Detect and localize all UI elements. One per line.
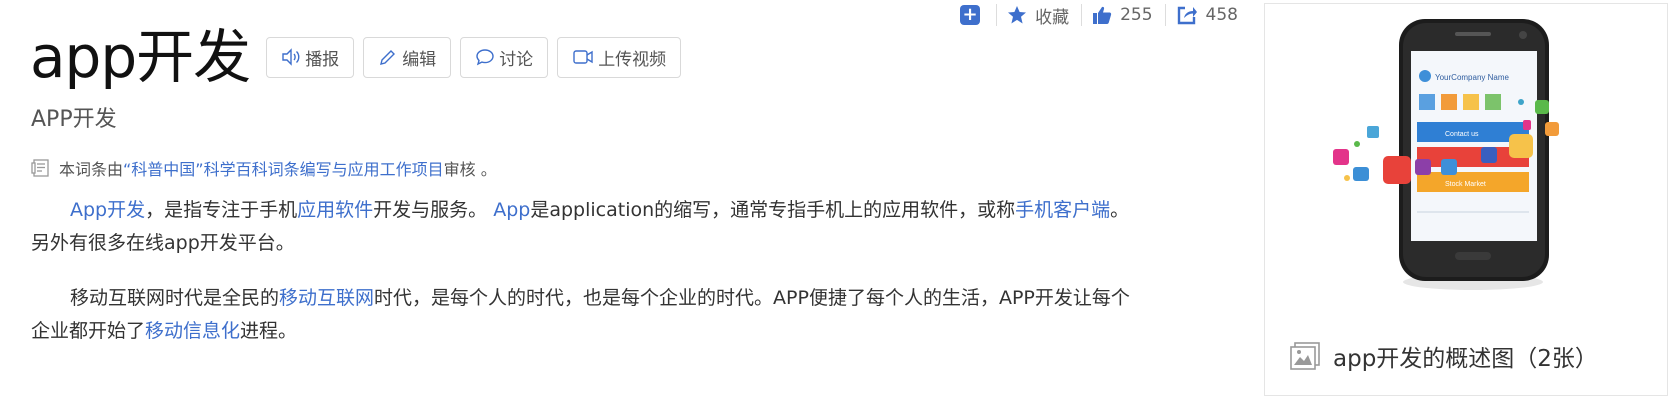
- upload-video-button[interactable]: 上传视频: [557, 36, 682, 78]
- link-mobile-informatization[interactable]: 移动信息化: [145, 320, 240, 342]
- discuss-label: 讨论: [499, 49, 534, 70]
- add-button[interactable]: +: [960, 4, 981, 25]
- link-mobile-internet[interactable]: 移动互联网: [279, 287, 374, 309]
- title-row: app开发 播报 编辑 讨论 上传视频: [30, 22, 690, 92]
- discuss-button[interactable]: 讨论: [460, 36, 549, 78]
- caption-text: app开发的概述图（2张）: [1333, 346, 1598, 372]
- upload-video-label: 上传视频: [598, 49, 667, 70]
- broadcast-label: 播报: [305, 49, 340, 70]
- document-icon: [31, 159, 49, 177]
- main-content: + 收藏 255 458 app开发 播报 编辑 讨论 上传视频 APP开发 本…: [0, 0, 1250, 402]
- edit-button[interactable]: 编辑: [363, 36, 452, 78]
- broadcast-button[interactable]: 播报: [266, 36, 355, 78]
- link-app-dev[interactable]: App开发: [70, 199, 145, 221]
- thumbs-up-icon: [1093, 6, 1112, 25]
- share-count: 458: [1205, 5, 1238, 25]
- review-project-link[interactable]: “科普中国”科学百科词条编写与应用工作项目: [123, 156, 444, 180]
- plus-icon: +: [962, 4, 978, 25]
- edit-label: 编辑: [402, 49, 437, 70]
- paragraph-text: 进程。: [240, 320, 298, 342]
- phone-app-illustration: YourCompany Name Contact us Stock Market: [1333, 19, 1559, 290]
- summary-image-card[interactable]: YourCompany Name Contact us Stock Market: [1264, 3, 1668, 396]
- paragraph-1: App开发，是指专注于手机应用软件开发与服务。 App是application的…: [31, 194, 1146, 260]
- subtitle: APP开发: [31, 107, 117, 132]
- star-icon: [1008, 6, 1027, 24]
- video-camera-icon: [573, 50, 593, 64]
- divider: [1081, 4, 1083, 26]
- link-mobile-client[interactable]: 手机客户端: [1015, 199, 1110, 221]
- phone-menu-item: Stock Market: [1445, 181, 1486, 188]
- paragraph-text: 是application的缩写，通常专指手机上的应用软件，或称: [530, 199, 1016, 221]
- link-app[interactable]: App: [493, 199, 530, 221]
- like-button[interactable]: 255: [1092, 5, 1153, 25]
- summary-image[interactable]: YourCompany Name Contact us Stock Market: [1265, 4, 1667, 304]
- paragraph-2: 移动互联网时代是全民的移动互联网时代，是每个人的时代，也是每个企业的时代。APP…: [31, 282, 1146, 348]
- phone-menu-item: Contact us: [1445, 131, 1479, 138]
- link-application-software[interactable]: 应用软件: [297, 199, 373, 221]
- action-bar: + 收藏 255 458: [960, 0, 1250, 30]
- review-notice: 本词条由 “科普中国”科学百科词条编写与应用工作项目 审核 。: [31, 156, 497, 180]
- page-title: app开发: [30, 23, 251, 91]
- paragraph-text: 移动互联网时代是全民的: [70, 287, 280, 309]
- like-count: 255: [1120, 5, 1153, 25]
- share-icon: [1177, 6, 1197, 25]
- speaker-icon: [282, 48, 300, 66]
- chat-bubble-icon: [476, 49, 494, 66]
- paragraph-text: ，是指专注于手机: [145, 199, 298, 221]
- review-prefix: 本词条由: [59, 160, 124, 179]
- gallery-icon: [1290, 342, 1320, 370]
- favorite-button[interactable]: 收藏: [1007, 3, 1069, 28]
- pencil-icon: [380, 50, 396, 65]
- phone-brand-text: YourCompany Name: [1435, 73, 1510, 82]
- divider: [996, 4, 998, 26]
- divider: [1164, 4, 1166, 26]
- share-button[interactable]: 458: [1176, 5, 1238, 25]
- review-suffix: 审核 。: [443, 160, 497, 179]
- favorite-label: 收藏: [1035, 7, 1070, 28]
- paragraph-text: 开发与服务。: [373, 199, 494, 221]
- image-caption[interactable]: app开发的概述图（2张）: [1289, 339, 1598, 373]
